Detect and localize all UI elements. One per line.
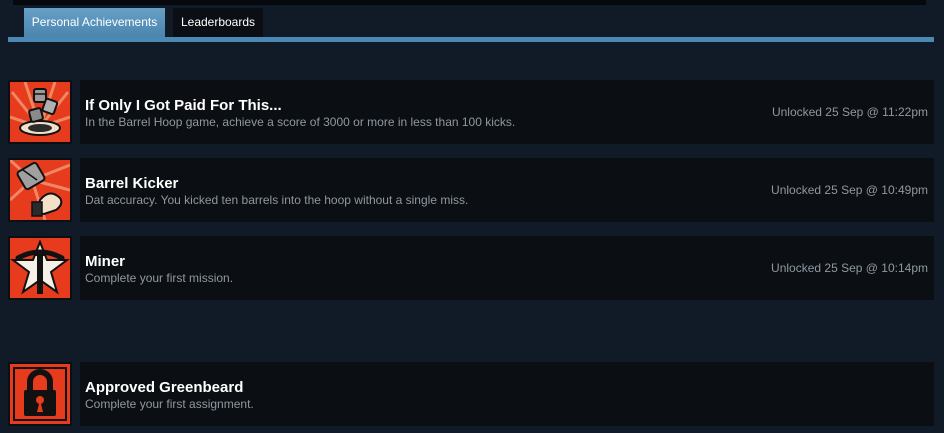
achievement-title: Miner (85, 253, 126, 270)
barrels-hoop-icon (8, 80, 72, 144)
pickaxe-star-icon (8, 236, 72, 300)
achievement-row: If Only I Got Paid For This... In the Ba… (80, 80, 934, 144)
achievement-row: Approved Greenbeard Complete your first … (80, 362, 934, 426)
barrel-kick-icon (8, 158, 72, 222)
padlock-icon (8, 362, 72, 426)
achievement-description: Complete your first assignment. (85, 397, 254, 411)
achievement-title: Approved Greenbeard (85, 379, 244, 396)
achievement-unlock-date: Unlocked 25 Sep @ 10:14pm (771, 261, 928, 275)
achievement-description: Complete your first mission. (85, 271, 234, 285)
achievement-unlock-date: Unlocked 25 Sep @ 10:49pm (771, 183, 928, 197)
achievement-unlock-date: Unlocked 25 Sep @ 11:22pm (771, 105, 928, 119)
tab-personal-achievements[interactable]: Personal Achievements (24, 8, 165, 37)
achievement-row: Barrel Kicker Dat accuracy. You kicked t… (80, 158, 934, 222)
tab-leaderboards[interactable]: Leaderboards (173, 8, 263, 37)
achievement-description: Dat accuracy. You kicked ten barrels int… (85, 193, 469, 207)
achievement-row: Miner Complete your first mission. Unloc… (80, 236, 934, 300)
achievement-title: If Only I Got Paid For This... (85, 97, 282, 114)
achievement-title: Barrel Kicker (85, 175, 179, 192)
tab-underline (8, 37, 934, 42)
achievement-description: In the Barrel Hoop game, achieve a score… (85, 115, 516, 129)
top-strip (13, 0, 926, 5)
